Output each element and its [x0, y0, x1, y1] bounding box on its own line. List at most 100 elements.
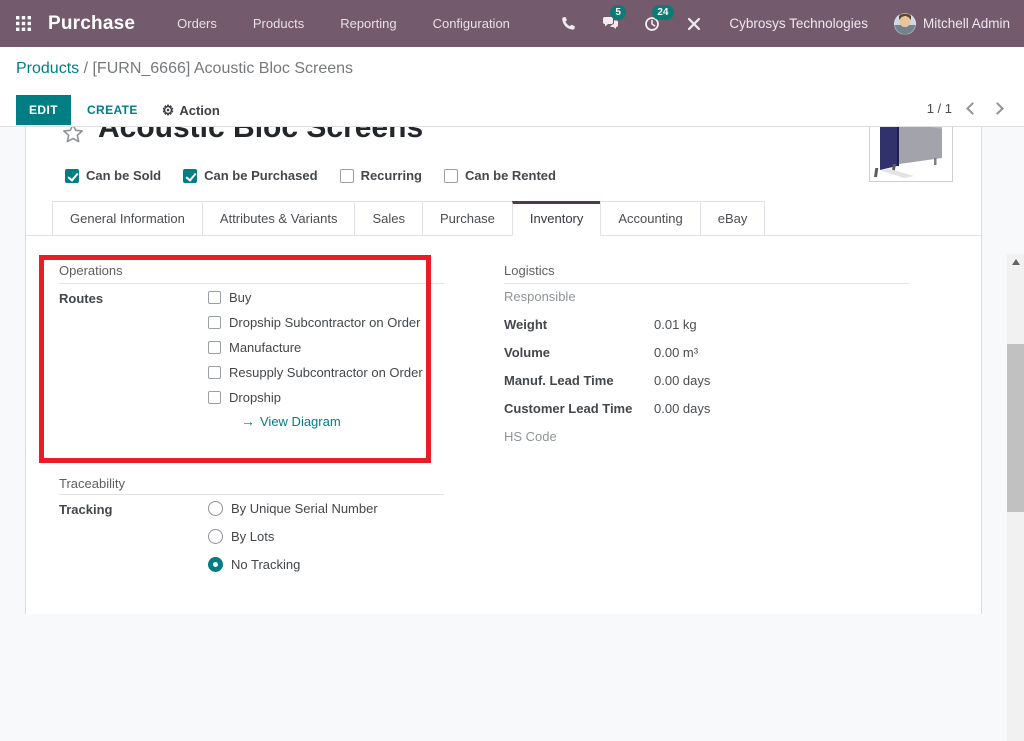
manuf-lead-time-label: Manuf. Lead Time: [504, 373, 654, 388]
navbar-right-cluster: 5 24 Cybrosys Technologies Mitchell Admi…: [547, 11, 1010, 37]
activity-clock-icon[interactable]: 24: [639, 11, 665, 37]
route-resupply-subcontractor-label: Resupply Subcontractor on Order: [229, 365, 423, 380]
activity-badge: 24: [652, 5, 673, 20]
can-be-rented-label: Can be Rented: [465, 168, 556, 183]
route-dropship-label: Dropship: [229, 390, 281, 405]
chat-icon[interactable]: 5: [597, 11, 623, 37]
logistics-divider: [504, 283, 909, 284]
tracking-serial-radio[interactable]: [208, 501, 223, 516]
view-diagram-link[interactable]: → View Diagram: [241, 413, 341, 429]
favorite-star-icon[interactable]: [60, 127, 86, 152]
product-flags: Can be Sold Can be Purchased Recurring C…: [65, 168, 556, 183]
routes-label: Routes: [59, 291, 103, 306]
tracking-none-option: No Tracking: [208, 557, 378, 572]
menu-orders[interactable]: Orders: [159, 1, 235, 46]
logistics-row-responsible: Responsible: [504, 289, 710, 317]
top-navbar: Purchase Orders Products Reporting Confi…: [0, 0, 1024, 47]
create-button[interactable]: CREATE: [87, 103, 138, 117]
can-be-sold-label: Can be Sold: [86, 168, 161, 183]
route-dropship: Dropship: [208, 390, 423, 405]
arrow-right-icon: →: [241, 413, 255, 429]
flag-recurring: Recurring: [340, 168, 422, 183]
menu-configuration[interactable]: Configuration: [415, 1, 528, 46]
flag-can-be-purchased: Can be Purchased: [183, 168, 317, 183]
volume-label: Volume: [504, 345, 654, 360]
can-be-rented-checkbox[interactable]: [444, 169, 458, 183]
logistics-row-hs-code: HS Code: [504, 429, 710, 457]
edit-button[interactable]: EDIT: [16, 95, 71, 125]
product-title: Acoustic Bloc Screens: [98, 127, 423, 145]
operations-divider: [59, 283, 444, 284]
chevron-right-icon[interactable]: [991, 102, 1004, 115]
breadcrumb-products-link[interactable]: Products: [16, 60, 79, 77]
route-dropship-subcontractor-checkbox[interactable]: [208, 316, 221, 329]
scrollbar-up-arrow[interactable]: [1007, 259, 1024, 265]
pager: 1 / 1: [927, 101, 1002, 116]
app-brand-title[interactable]: Purchase: [48, 13, 135, 35]
route-buy: Buy: [208, 290, 423, 305]
tracking-label: Tracking: [59, 502, 112, 517]
tracking-radio-group: By Unique Serial Number By Lots No Track…: [208, 501, 378, 572]
logistics-rows: Responsible Weight 0.01 kg Volume 0.00 m…: [504, 289, 710, 457]
recurring-label: Recurring: [361, 168, 422, 183]
can-be-purchased-label: Can be Purchased: [204, 168, 317, 183]
recurring-checkbox[interactable]: [340, 169, 354, 183]
tracking-lots-radio[interactable]: [208, 529, 223, 544]
routes-checkbox-group: Buy Dropship Subcontractor on Order Manu…: [208, 290, 423, 405]
menu-products[interactable]: Products: [235, 1, 322, 46]
route-dropship-subcontractor-label: Dropship Subcontractor on Order: [229, 315, 420, 330]
route-dropship-subcontractor: Dropship Subcontractor on Order: [208, 315, 423, 330]
menu-reporting[interactable]: Reporting: [322, 1, 414, 46]
route-dropship-checkbox[interactable]: [208, 391, 221, 404]
breadcrumb: Products / [FURN_6666] Acoustic Bloc Scr…: [16, 60, 353, 78]
route-manufacture-checkbox[interactable]: [208, 341, 221, 354]
scrollbar-thumb[interactable]: [1007, 344, 1024, 512]
up-triangle-icon: [1012, 259, 1020, 265]
content-area: Acoustic Bloc Screens Can be Sold Can be…: [0, 127, 1024, 614]
pager-count[interactable]: 1 / 1: [927, 101, 952, 116]
action-button[interactable]: ⚙ Action: [162, 103, 220, 118]
weight-value: 0.01 kg: [654, 317, 697, 332]
user-avatar[interactable]: [894, 13, 916, 35]
chevron-left-icon[interactable]: [966, 102, 979, 115]
phone-icon[interactable]: [555, 11, 581, 37]
logistics-heading: Logistics: [504, 263, 555, 278]
tab-inventory[interactable]: Inventory: [512, 201, 601, 236]
breadcrumb-current: [FURN_6666] Acoustic Bloc Screens: [92, 60, 353, 77]
traceability-divider: [59, 494, 444, 495]
apps-grid-icon[interactable]: [12, 13, 34, 35]
tab-attributes-variants[interactable]: Attributes & Variants: [202, 201, 356, 236]
tools-icon[interactable]: [681, 11, 707, 37]
customer-lead-time-label: Customer Lead Time: [504, 401, 654, 416]
product-image[interactable]: [869, 127, 953, 182]
control-panel: Products / [FURN_6666] Acoustic Bloc Scr…: [0, 47, 1024, 127]
control-panel-buttons: EDIT CREATE ⚙ Action: [16, 95, 220, 125]
route-buy-label: Buy: [229, 290, 251, 305]
route-resupply-subcontractor: Resupply Subcontractor on Order: [208, 365, 423, 380]
customer-lead-time-value: 0.00 days: [654, 401, 710, 416]
route-manufacture-label: Manufacture: [229, 340, 301, 355]
can-be-sold-checkbox[interactable]: [65, 169, 79, 183]
company-name[interactable]: Cybrosys Technologies: [729, 16, 868, 31]
responsible-label: Responsible: [504, 289, 654, 304]
can-be-purchased-checkbox[interactable]: [183, 169, 197, 183]
tracking-none-label: No Tracking: [231, 557, 300, 572]
logistics-row-weight: Weight 0.01 kg: [504, 317, 710, 345]
user-name[interactable]: Mitchell Admin: [923, 16, 1010, 31]
route-manufacture: Manufacture: [208, 340, 423, 355]
operations-heading: Operations: [59, 263, 123, 278]
tracking-none-radio[interactable]: [208, 557, 223, 572]
tab-general-information[interactable]: General Information: [52, 201, 203, 236]
flag-can-be-sold: Can be Sold: [65, 168, 161, 183]
tab-purchase[interactable]: Purchase: [422, 201, 513, 236]
tab-ebay[interactable]: eBay: [700, 201, 766, 236]
tab-accounting[interactable]: Accounting: [600, 201, 700, 236]
route-resupply-subcontractor-checkbox[interactable]: [208, 366, 221, 379]
flag-can-be-rented: Can be Rented: [444, 168, 556, 183]
vertical-scrollbar[interactable]: [1007, 254, 1024, 741]
tracking-serial-label: By Unique Serial Number: [231, 501, 378, 516]
logistics-row-manuf-lead-time: Manuf. Lead Time 0.00 days: [504, 373, 710, 401]
route-buy-checkbox[interactable]: [208, 291, 221, 304]
tab-sales[interactable]: Sales: [354, 201, 423, 236]
notebook-tabs: General Information Attributes & Variant…: [26, 201, 981, 236]
